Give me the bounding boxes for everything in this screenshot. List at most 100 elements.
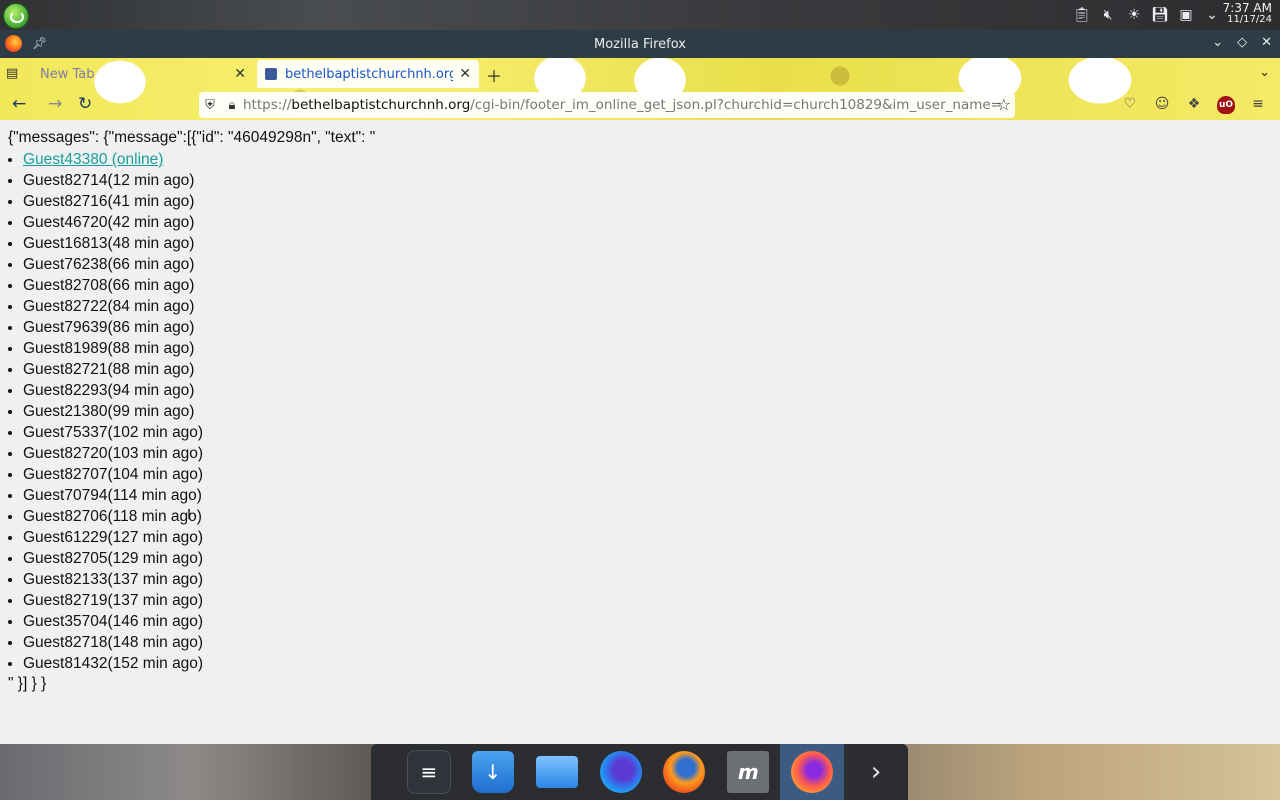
guest-entry: Guest82719(137 min ago) — [23, 592, 204, 609]
guest-list-item: Guest82716(41 min ago) — [23, 191, 203, 212]
json-suffix: " }] } } — [8, 675, 47, 692]
dock-item[interactable]: › — [844, 744, 908, 800]
dock-item[interactable] — [525, 744, 589, 800]
bookmark-star-icon[interactable]: ☆ — [997, 95, 1011, 114]
online-guest-link[interactable]: Guest43380 (online) — [23, 151, 163, 168]
account-icon[interactable]: ☺ — [1153, 96, 1171, 114]
guest-list-item: Guest82705(129 min ago) — [23, 548, 203, 569]
url-host: bethelbaptistchurchnh.org — [291, 97, 471, 113]
maximize-icon[interactable]: ◇ — [1237, 35, 1247, 50]
guest-list-item: Guest82706(118 min ago) — [23, 506, 203, 527]
guest-entry: Guest70794(114 min ago) — [23, 487, 202, 504]
guest-entry: Guest16813(48 min ago) — [23, 235, 195, 252]
guest-entry: Guest82720(103 min ago) — [23, 445, 204, 462]
url-path: /cgi-bin/footer_im_online_get_json.pl?ch… — [470, 97, 1002, 113]
guest-list-item[interactable]: Guest43380 (online) — [23, 149, 203, 170]
reload-button[interactable]: ↻ — [78, 94, 92, 114]
chevron-right-icon: › — [870, 757, 882, 787]
firefox-nightly-icon — [791, 751, 834, 793]
page-content: {"messages": {"message":[{"id": "4604929… — [0, 120, 1280, 744]
save-icon[interactable]: 💾︎ — [1150, 6, 1170, 24]
guest-entry: Guest82716(41 min ago) — [23, 193, 195, 210]
text-editor-icon: m — [727, 751, 770, 793]
settings-icon: ≡ — [406, 750, 451, 794]
guest-list-item: Guest81432(152 min ago) — [23, 653, 203, 674]
guest-list-item: Guest46720(42 min ago) — [23, 212, 203, 233]
forward-button[interactable]: → — [48, 94, 62, 114]
guest-entry: Guest46720(42 min ago) — [23, 214, 195, 231]
window-titlebar[interactable]: 📌︎ Mozilla Firefox ⌄ ◇ ✕ — [0, 30, 1280, 58]
guest-entry: Guest82133(137 min ago) — [23, 571, 204, 588]
guest-entry: Guest82707(104 min ago) — [23, 466, 204, 483]
dock-item[interactable] — [653, 744, 717, 800]
new-tab-button[interactable]: ＋ — [486, 63, 502, 87]
app-launcher-icon[interactable] — [3, 3, 29, 29]
url-scheme: https:// — [243, 97, 292, 113]
guest-list-item: Guest70794(114 min ago) — [23, 485, 203, 506]
close-tab-icon[interactable]: ✕ — [459, 66, 471, 82]
guest-list-item: Guest82708(66 min ago) — [23, 275, 203, 296]
tab-new-tab[interactable]: New Tab ✕ — [32, 60, 254, 88]
extensions-icon[interactable]: ❖ — [1185, 96, 1203, 114]
ublock-origin-icon[interactable]: uO — [1217, 96, 1235, 114]
dock: ≡ ↓ m › — [371, 744, 908, 800]
text-cursor-icon: I — [187, 506, 192, 523]
guest-list-item: Guest82721(88 min ago) — [23, 359, 203, 380]
clock-date: 11/17/24 — [1227, 14, 1272, 25]
menu-icon[interactable]: ≡ — [1249, 96, 1267, 114]
tab-label: bethelbaptistchurchnh.org/cgi-bin/footer… — [285, 66, 454, 82]
lock-icon[interactable]: 🔒︎ — [221, 98, 243, 113]
guest-list-item: Guest75337(102 min ago) — [23, 422, 203, 443]
window-title: Mozilla Firefox — [594, 37, 686, 52]
browser-chrome: ▤ New Tab ✕ bethelbaptistchurchnh.org/cg… — [0, 58, 1280, 120]
pocket-icon[interactable]: ♡ — [1121, 96, 1139, 114]
guest-entry: Guest82293(94 min ago) — [23, 382, 195, 399]
guest-list-item: Guest82707(104 min ago) — [23, 464, 203, 485]
clipboard-icon[interactable]: 📋︎ — [1072, 6, 1092, 24]
guest-entry: Guest82706(118 min ago) — [23, 508, 202, 525]
chevron-down-icon[interactable]: ⌄ — [1202, 6, 1222, 24]
guest-entry: Guest82718(148 min ago) — [23, 634, 204, 651]
url-bar[interactable]: ⛨ 🔒︎ https:// bethelbaptistchurchnh.org … — [199, 92, 1015, 118]
guest-entry: Guest81432(152 min ago) — [23, 655, 204, 672]
guest-entry: Guest79639(86 min ago) — [23, 319, 195, 336]
guest-entry: Guest82708(66 min ago) — [23, 277, 195, 294]
back-button[interactable]: ← — [12, 94, 26, 114]
dock-item[interactable]: ↓ — [461, 744, 525, 800]
dock-item[interactable] — [780, 744, 845, 800]
dock-item[interactable]: m — [716, 744, 780, 800]
guest-list-item: Guest82293(94 min ago) — [23, 380, 203, 401]
display-icon[interactable]: ▣ — [1176, 6, 1196, 24]
guest-list-item: Guest82720(103 min ago) — [23, 443, 203, 464]
clock[interactable]: 7:37 AM 11/17/24 — [1223, 2, 1272, 26]
close-icon[interactable]: ✕ — [1261, 35, 1272, 50]
guest-list-item: Guest82719(137 min ago) — [23, 590, 203, 611]
brightness-icon[interactable]: ☀ — [1124, 6, 1144, 24]
tab-active[interactable]: bethelbaptistchurchnh.org/cgi-bin/footer… — [257, 60, 479, 88]
files-icon — [535, 756, 578, 788]
tab-overview-icon[interactable]: ▤ — [6, 66, 18, 81]
dock-item[interactable] — [589, 744, 653, 800]
shield-icon[interactable]: ⛨ — [199, 98, 221, 113]
tab-label: New Tab — [40, 66, 95, 82]
guest-list-item: Guest61229(127 min ago) — [23, 527, 203, 548]
system-tray: 📋︎ 🔇︎ ☀ 💾︎ ▣ ⌄ — [1072, 6, 1222, 24]
firefox-developer-icon — [599, 751, 642, 793]
volume-muted-icon[interactable]: 🔇︎ — [1098, 6, 1118, 24]
guest-list-item: Guest35704(146 min ago) — [23, 611, 203, 632]
guest-list-item: Guest82722(84 min ago) — [23, 296, 203, 317]
guest-entry: Guest82714(12 min ago) — [23, 172, 195, 189]
clock-time: 7:37 AM — [1222, 1, 1272, 15]
minimize-icon[interactable]: ⌄ — [1212, 35, 1223, 50]
json-prefix: {"messages": {"message":[{"id": "4604929… — [8, 129, 376, 146]
close-tab-icon[interactable]: ✕ — [234, 66, 246, 82]
list-all-tabs-icon[interactable]: ⌄ — [1259, 65, 1270, 80]
dock-item[interactable]: ≡ — [397, 744, 461, 800]
guest-entry: Guest21380(99 min ago) — [23, 403, 195, 420]
guest-entry: Guest81989(88 min ago) — [23, 340, 195, 357]
site-favicon-icon — [265, 68, 277, 80]
guest-entry: Guest82722(84 min ago) — [23, 298, 195, 315]
guest-list-item: Guest82133(137 min ago) — [23, 569, 203, 590]
guest-entry: Guest61229(127 min ago) — [23, 529, 204, 546]
navigation-toolbar: ← → ↻ ⛨ 🔒︎ https:// bethelbaptistchurchn… — [0, 90, 1280, 120]
